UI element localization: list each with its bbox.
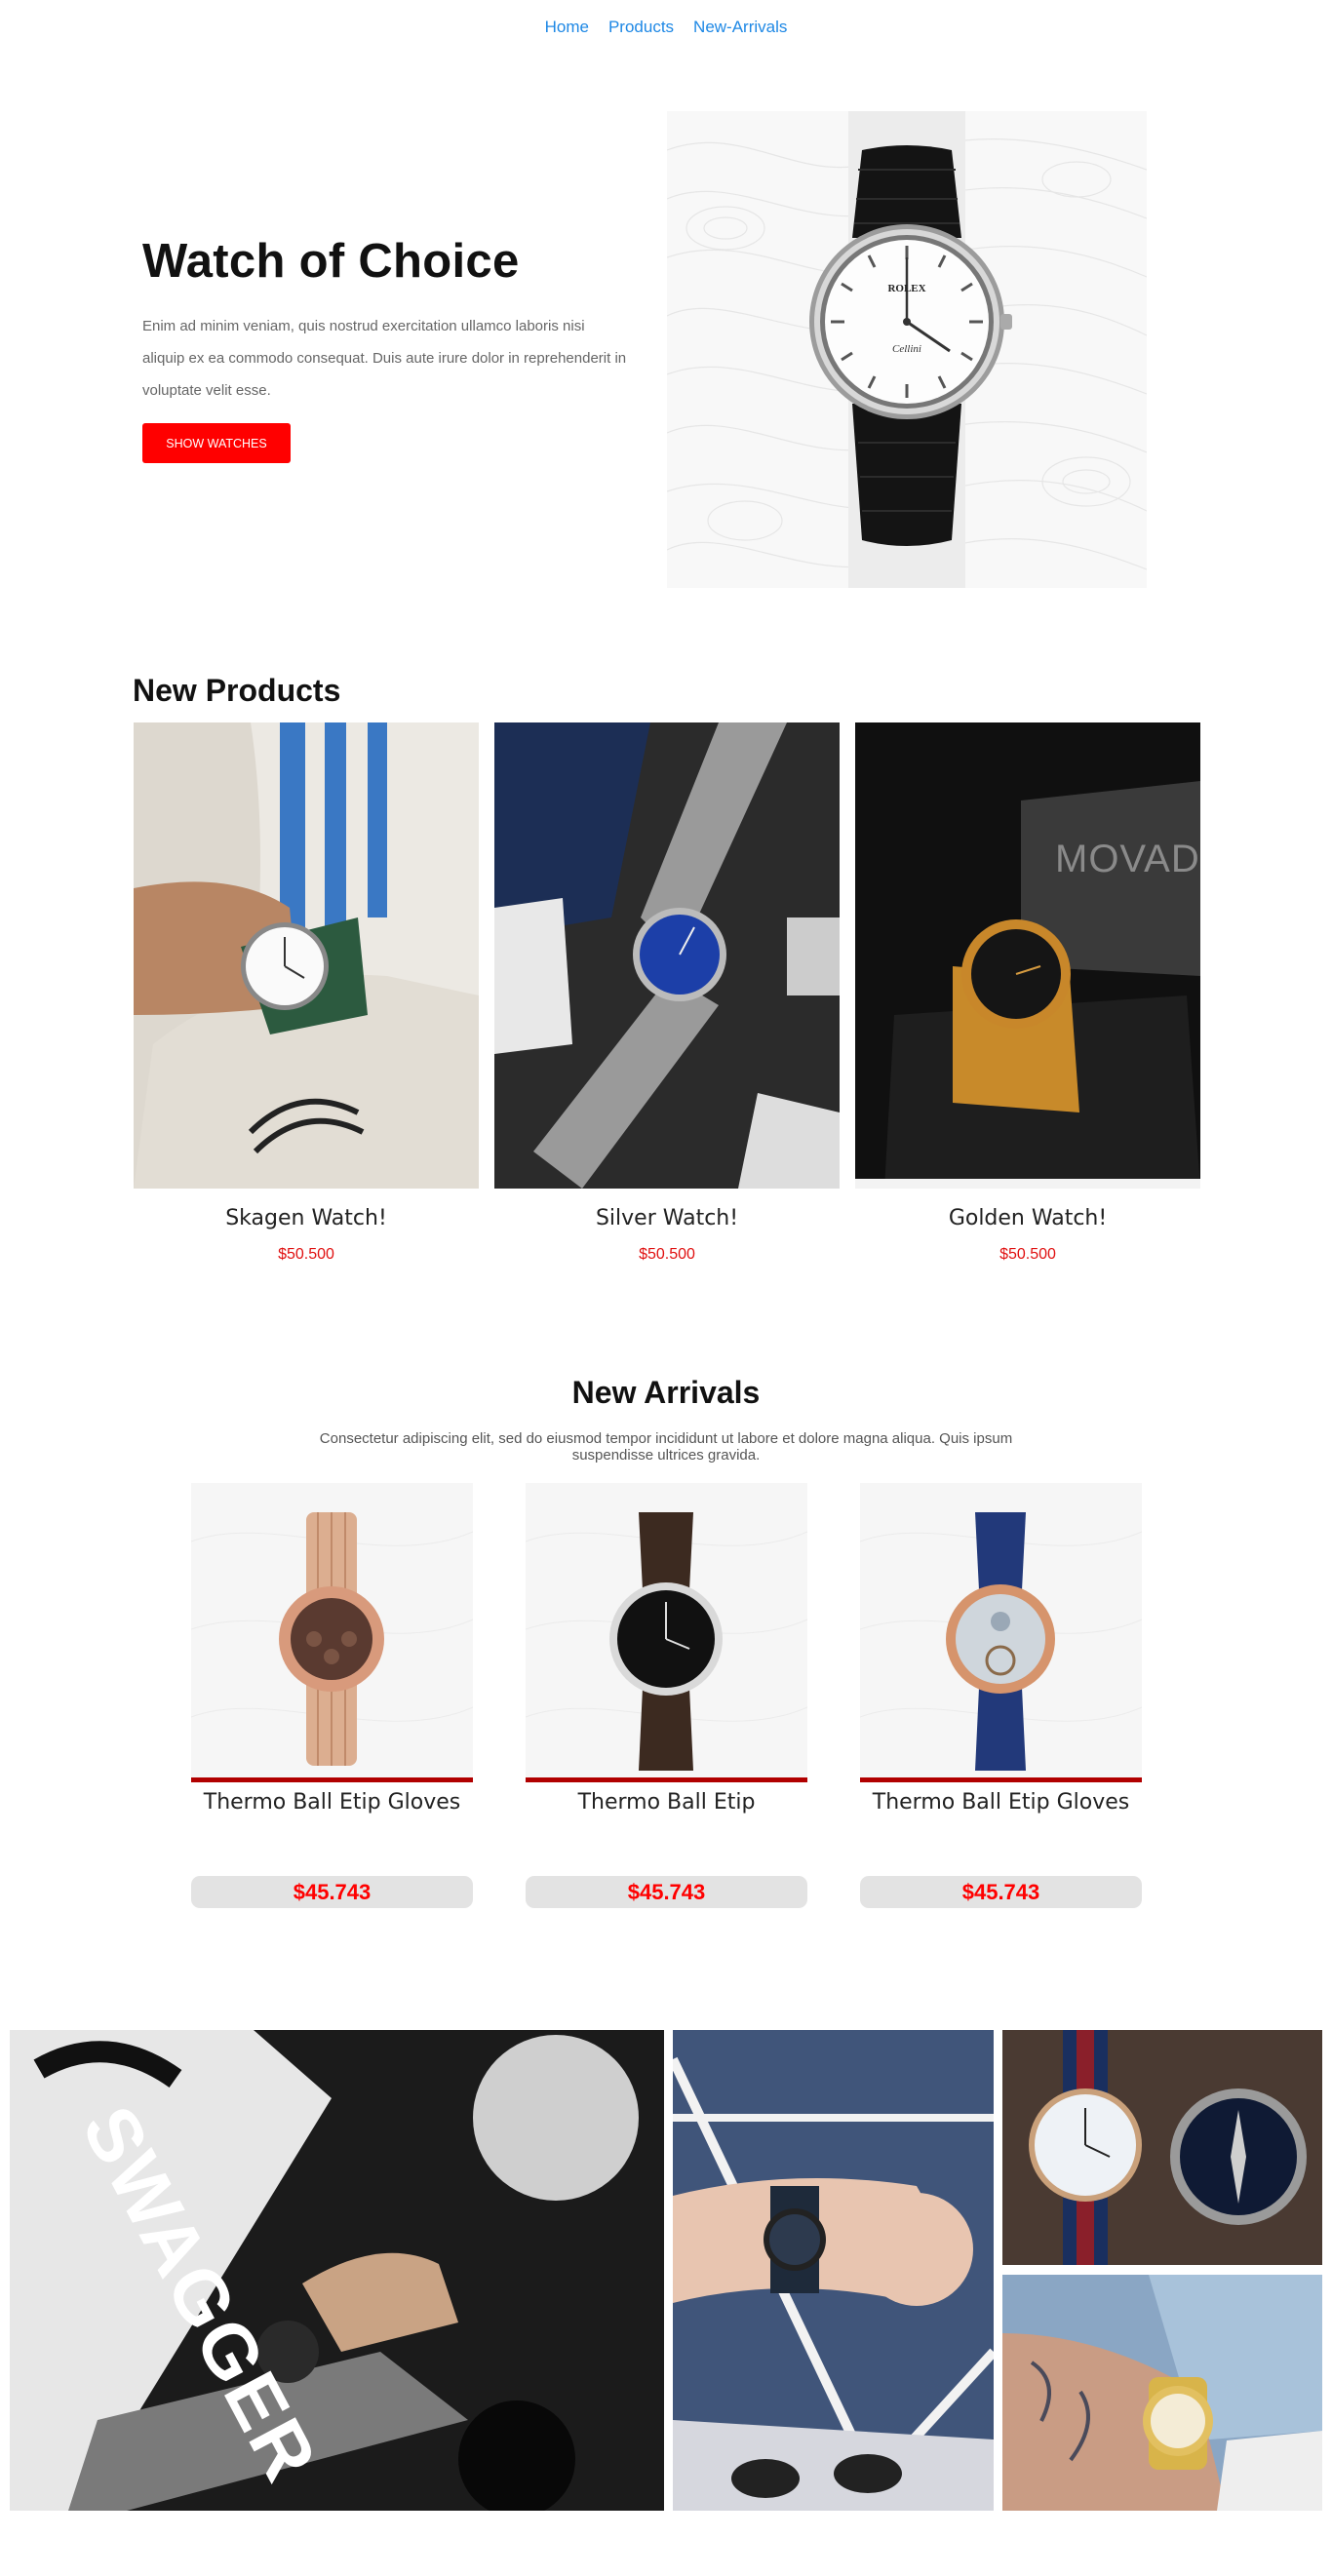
- nav-products-link[interactable]: Products: [608, 18, 674, 37]
- product-card[interactable]: Silver Watch! $50.500: [494, 722, 840, 1264]
- arrival-price: $45.743: [526, 1876, 807, 1908]
- product-price: $50.500: [278, 1246, 334, 1263]
- arrival-name[interactable]: Thermo Ball Etip Gloves: [191, 1782, 473, 1876]
- golden-watch-photo: [855, 722, 1200, 1189]
- magazine-wrist-photo: [10, 2030, 664, 2511]
- hero-watch-image: ROLEX Cellini: [667, 111, 1147, 588]
- arrival-card[interactable]: Thermo Ball Etip Gloves $45.743: [860, 1483, 1142, 1908]
- product-name[interactable]: Skagen Watch!: [134, 1206, 479, 1230]
- hero-description: Enim ad minim veniam, quis nostrud exerc…: [142, 318, 627, 399]
- nav-home-link[interactable]: Home: [545, 18, 589, 37]
- product-image[interactable]: MOVADO: [855, 722, 1200, 1189]
- product-name[interactable]: Silver Watch!: [494, 1206, 840, 1230]
- black-dial-watch-photo: [526, 1512, 807, 1771]
- arrival-image[interactable]: [526, 1483, 807, 1777]
- movado-box-text: MOVADO: [1055, 838, 1200, 880]
- gallery-image-large: SWAGGER: [10, 2030, 664, 2511]
- show-watches-button[interactable]: SHOW WATCHES: [142, 423, 291, 463]
- watch-model-text: Cellini: [892, 343, 921, 355]
- arrival-card[interactable]: Thermo Ball Etip $45.743: [526, 1483, 807, 1908]
- arrival-price: $45.743: [860, 1876, 1142, 1908]
- court-wrist-photo: [673, 2030, 994, 2511]
- arrival-price: $45.743: [191, 1876, 473, 1908]
- product-price: $50.500: [639, 1246, 695, 1263]
- tattoo-arm-watch-photo: [1002, 2275, 1322, 2511]
- rose-gold-watch-photo: [191, 1512, 473, 1766]
- product-image[interactable]: [494, 722, 840, 1189]
- gallery-image-tattoo: [1002, 2275, 1322, 2511]
- arrival-image[interactable]: [191, 1483, 473, 1777]
- arrival-name[interactable]: Thermo Ball Etip: [526, 1782, 807, 1876]
- product-card[interactable]: Skagen Watch! $50.500: [134, 722, 479, 1264]
- product-image[interactable]: [134, 722, 479, 1189]
- arrival-name[interactable]: Thermo Ball Etip Gloves: [860, 1782, 1142, 1876]
- compass-watch-photo: [1002, 2030, 1322, 2265]
- nav-new-arrivals-link[interactable]: New-Arrivals: [693, 18, 787, 37]
- skeleton-watch-photo: [860, 1512, 1142, 1771]
- gallery-image-court: [673, 2030, 994, 2511]
- product-price: $50.500: [999, 1246, 1056, 1263]
- arrival-image[interactable]: [860, 1483, 1142, 1777]
- product-card[interactable]: MOVADO Golden Watch! $50.500: [855, 722, 1200, 1264]
- new-products-title: New Products: [133, 673, 341, 708]
- watch-brand-text: ROLEX: [887, 283, 926, 294]
- gallery-image-compass: [1002, 2030, 1322, 2265]
- skagen-watch-photo: [134, 722, 479, 1189]
- arrival-card[interactable]: Thermo Ball Etip Gloves $45.743: [191, 1483, 473, 1908]
- new-arrivals-subtitle: Consectetur adipiscing elit, sed do eius…: [319, 1430, 1013, 1464]
- hero-title: Watch of Choice: [142, 235, 520, 288]
- product-name[interactable]: Golden Watch!: [855, 1206, 1200, 1230]
- silver-watch-photo: [494, 722, 840, 1189]
- top-nav: Home Products New-Arrivals: [0, 18, 1332, 37]
- new-arrivals-title: New Arrivals: [571, 1375, 761, 1410]
